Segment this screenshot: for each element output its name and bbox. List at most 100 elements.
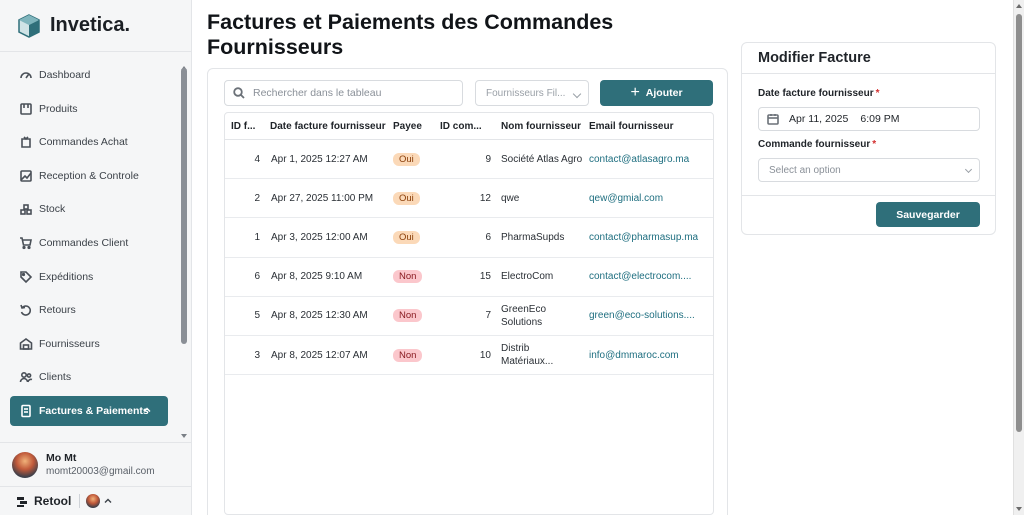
cell-id: 2 [254, 192, 260, 204]
sidebar-item-commandes-achat[interactable]: Commandes Achat [10, 127, 168, 157]
chevron-up-icon[interactable] [103, 496, 113, 506]
table-row[interactable]: 4 Apr 1, 2025 12:27 AM Oui 9 Société Atlas A… [225, 140, 713, 180]
cell-id-commande: 6 [485, 231, 491, 243]
sidebar-item-reception-controle[interactable]: Reception & Controle [10, 161, 168, 191]
user-email: momt20003@gmail.com [46, 466, 155, 477]
cell-email[interactable]: contact@atlasagro.ma [583, 154, 713, 165]
sidebar-item-label: Factures & Paiements [39, 404, 149, 417]
cell-id: 3 [254, 349, 260, 361]
filter-placeholder: Fournisseurs Fil... [486, 87, 566, 99]
save-button[interactable]: Sauvegarder [876, 202, 980, 227]
scroll-down-arrow-icon[interactable] [181, 434, 187, 438]
cell-id-commande: 10 [479, 349, 491, 361]
sidebar: Invetica. Dashboard Produits Commandes Ach… [0, 0, 192, 515]
sidebar-item-dashboard[interactable]: Dashboard [10, 60, 168, 90]
sidebar-item-retours[interactable]: Retours [10, 295, 168, 325]
cell-date: Apr 1, 2025 12:27 AM [271, 153, 368, 165]
user-profile[interactable]: Mo Mt momt20003@gmail.com [0, 442, 192, 486]
window-scrollbar[interactable] [1013, 0, 1024, 515]
column-header[interactable]: Email fournisseur [583, 121, 713, 132]
cell-payee: Non [387, 270, 434, 284]
cell-email[interactable]: contact@electrocom.... [583, 271, 713, 282]
app-root: Invetica. Dashboard Produits Commandes Ach… [0, 0, 1024, 515]
add-button-label: Ajouter [645, 87, 683, 99]
chevron-up-icon[interactable] [142, 405, 152, 415]
sidebar-item-clients[interactable]: Clients [10, 362, 168, 392]
cell-nom-fournisseur: PharmaSupds [501, 231, 565, 243]
table-row[interactable]: 5 Apr 8, 2025 12:30 AM Non 7 GreenEco Soluti… [225, 297, 713, 336]
panel-title: Modifier Facture [742, 43, 995, 74]
status-badge: Non [393, 309, 423, 323]
user-name: Mo Mt [46, 452, 77, 464]
required-mark: * [875, 88, 880, 99]
retool-footer: Retool [0, 486, 192, 515]
footer-divider [79, 494, 81, 508]
cell-payee: Oui [387, 152, 434, 166]
sidebar-item-expeditions[interactable]: Expéditions [10, 262, 168, 292]
column-header[interactable]: Nom fournisseur [495, 121, 583, 132]
box-icon [20, 102, 32, 115]
column-header[interactable]: ID f... [225, 121, 264, 132]
cell-date: Apr 27, 2025 11:00 PM [271, 192, 374, 204]
table-row[interactable]: 6 Apr 8, 2025 9:10 AM Non 15 ElectroCom conta… [225, 258, 713, 297]
table-row[interactable]: 2 Apr 27, 2025 11:00 PM Oui 12 qwe qew@gmial.… [225, 179, 713, 219]
cell-email[interactable]: qew@gmial.com [583, 193, 713, 204]
column-header[interactable]: ID com... [434, 121, 495, 132]
invoice-icon [21, 404, 31, 418]
required-mark: * [872, 139, 877, 150]
cell-email[interactable]: green@eco-solutions.... [583, 310, 713, 321]
edit-invoice-panel: Modifier Facture Date facture fournisseu… [741, 42, 996, 235]
sidebar-item-produits[interactable]: Produits [10, 94, 168, 124]
add-button[interactable]: + Ajouter [600, 80, 713, 106]
sidebar-item-fournisseurs[interactable]: Fournisseurs [10, 329, 168, 359]
cell-payee: Non [387, 309, 434, 323]
tag-icon [20, 270, 33, 283]
search-input[interactable]: Rechercher dans le tableau [224, 80, 463, 106]
calendar-icon [767, 114, 779, 125]
retool-label[interactable]: Retool [34, 494, 71, 508]
cell-date: Apr 3, 2025 12:00 AM [271, 231, 368, 243]
window-scroll-up-icon[interactable] [1016, 4, 1022, 8]
window-scroll-thumb[interactable] [1016, 14, 1022, 432]
reception-icon [20, 169, 32, 182]
cell-id: 6 [254, 271, 260, 283]
sidebar-item-factures-paiements[interactable]: Factures & Paiements [10, 395, 168, 426]
sidebar-item-label: Reception & Controle [39, 169, 139, 182]
cell-email[interactable]: info@dmmaroc.com [583, 350, 713, 361]
users-icon [19, 372, 33, 383]
column-header[interactable]: Payee [387, 121, 434, 132]
commande-field-label: Commande fournisseur * [758, 139, 876, 150]
cart-icon [20, 237, 32, 250]
sidebar-item-label: Retours [39, 304, 76, 317]
table-row[interactable]: 3 Apr 8, 2025 12:07 AM Non 10 Distrib Matéri… [225, 336, 713, 376]
sidebar-scroll-thumb[interactable] [181, 68, 187, 344]
plus-icon: + [630, 84, 640, 101]
sidebar-item-label: Expéditions [39, 270, 94, 283]
status-badge: Oui [393, 191, 420, 205]
page-title: Factures et Paiements des Commandes Four… [207, 10, 614, 59]
sidebar-item-label: Commandes Client [39, 236, 129, 249]
table-body: 4 Apr 1, 2025 12:27 AM Oui 9 Société Atlas A… [225, 140, 713, 376]
sidebar-item-commandes-client[interactable]: Commandes Client [10, 228, 168, 258]
supplier-filter-select[interactable]: Fournisseurs Fil... [475, 80, 589, 106]
panel-divider [742, 195, 995, 196]
chevron-down-icon [964, 165, 973, 174]
table-row[interactable]: 1 Apr 3, 2025 12:00 AM Oui 6 PharmaSupds cont… [225, 218, 713, 258]
warehouse-icon [19, 337, 33, 350]
sidebar-item-stock[interactable]: Stock [10, 194, 168, 224]
window-scroll-down-icon[interactable] [1016, 507, 1022, 511]
sidebar-item-label: Clients [39, 371, 72, 384]
sidebar-scrollbar[interactable] [180, 58, 188, 442]
time-value: 6:09 PM [860, 113, 900, 125]
commande-select[interactable]: Select an option [758, 158, 980, 182]
invoices-table: ID f... Date facture fournisseur Payee ID c… [224, 112, 714, 515]
invoice-date-input[interactable]: Apr 11, 2025 6:09 PM [758, 107, 980, 131]
cell-email[interactable]: contact@pharmasup.ma [583, 232, 713, 243]
cell-nom-fournisseur: qwe [501, 192, 520, 204]
table-header: ID f... Date facture fournisseur Payee ID c… [225, 113, 713, 140]
mini-avatar[interactable] [86, 494, 101, 508]
date-label-text: Date facture fournisseur [758, 88, 874, 99]
brand-header[interactable]: Invetica. [0, 0, 191, 52]
cell-payee: Oui [387, 230, 434, 244]
column-header[interactable]: Date facture fournisseur [264, 121, 387, 132]
